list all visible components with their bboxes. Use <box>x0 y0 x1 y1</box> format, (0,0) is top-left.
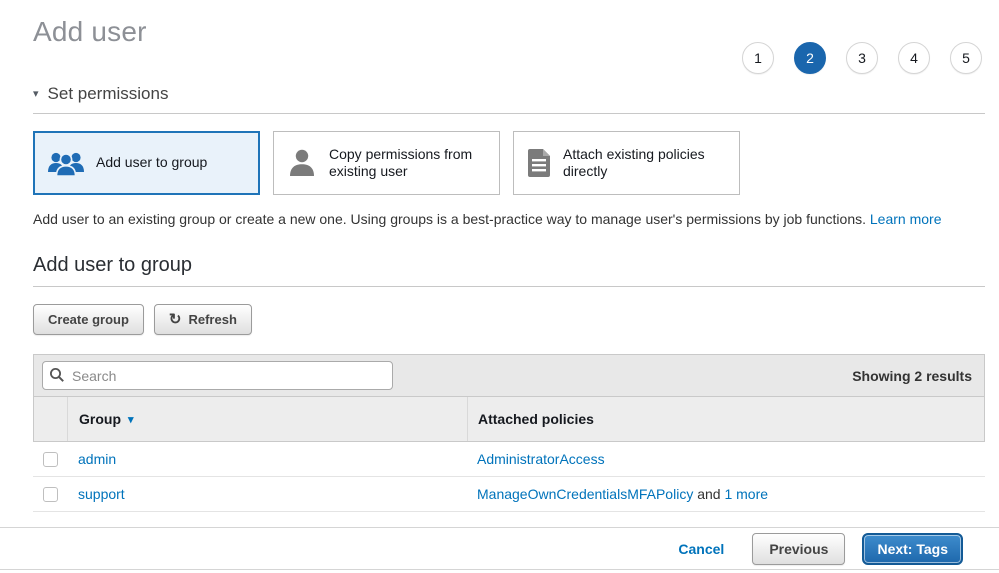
row-checkbox[interactable] <box>43 487 58 502</box>
group-link[interactable]: support <box>78 486 125 502</box>
divider <box>33 286 985 287</box>
table-row: admin AdministratorAccess <box>33 442 985 477</box>
search-input[interactable] <box>42 361 393 390</box>
policy-link[interactable]: AdministratorAccess <box>477 451 605 467</box>
column-header-attached-policies: Attached policies <box>467 397 984 441</box>
add-user-to-group-title: Add user to group <box>33 254 985 277</box>
refresh-button[interactable]: ↻ Refresh <box>154 304 252 335</box>
section-description: Add user to an existing group or create … <box>33 211 985 227</box>
step-3: 3 <box>846 42 878 74</box>
step-indicator: 1 2 3 4 5 <box>742 42 982 74</box>
step-2-active: 2 <box>794 42 826 74</box>
more-policies-link[interactable]: 1 more <box>724 486 768 502</box>
results-count: Showing 2 results <box>852 368 972 384</box>
set-permissions-header[interactable]: ▾ Set permissions <box>33 84 985 104</box>
divider <box>33 113 985 114</box>
table-row: support ManageOwnCredentialsMFAPolicy an… <box>33 477 985 512</box>
document-icon <box>526 148 552 178</box>
step-1: 1 <box>742 42 774 74</box>
groups-table: Showing 2 results Group ▾ Attached polic… <box>33 354 985 512</box>
search-box <box>42 361 393 390</box>
card-attach-policies[interactable]: Attach existing policies directly <box>513 131 740 195</box>
search-icon <box>49 367 65 386</box>
permission-option-cards: Add user to group Copy permissions from … <box>33 131 985 195</box>
card-add-user-to-group[interactable]: Add user to group <box>33 131 260 195</box>
policies-column-label: Attached policies <box>478 411 594 427</box>
policy-joiner-text: and <box>693 486 724 502</box>
header-checkbox-cell <box>34 397 68 441</box>
group-icon <box>47 150 85 177</box>
card-label: Add user to group <box>96 154 207 172</box>
card-label: Attach existing policies directly <box>563 146 727 181</box>
row-checkbox[interactable] <box>43 452 58 467</box>
policy-link[interactable]: ManageOwnCredentialsMFAPolicy <box>477 486 693 502</box>
step-5: 5 <box>950 42 982 74</box>
card-label: Copy permissions from existing user <box>329 146 487 181</box>
create-group-button[interactable]: Create group <box>33 304 144 335</box>
learn-more-link[interactable]: Learn more <box>870 211 942 227</box>
cancel-link[interactable]: Cancel <box>678 541 724 557</box>
refresh-icon: ↻ <box>169 312 182 327</box>
wizard-footer: Cancel Previous Next: Tags <box>0 527 999 570</box>
previous-button[interactable]: Previous <box>752 533 845 565</box>
card-copy-permissions[interactable]: Copy permissions from existing user <box>273 131 500 195</box>
next-tags-button[interactable]: Next: Tags <box>862 533 963 565</box>
set-permissions-title: Set permissions <box>48 84 169 104</box>
table-header-row: Group ▾ Attached policies <box>33 397 985 442</box>
group-link[interactable]: admin <box>78 451 116 467</box>
single-user-icon <box>286 148 318 178</box>
refresh-label: Refresh <box>188 312 236 327</box>
column-header-group[interactable]: Group ▾ <box>68 397 468 441</box>
description-text: Add user to an existing group or create … <box>33 211 870 227</box>
group-column-label: Group <box>79 411 121 427</box>
sort-desc-icon: ▾ <box>128 413 134 426</box>
table-toolbar: Showing 2 results <box>33 354 985 397</box>
collapse-arrow-icon: ▾ <box>33 89 39 100</box>
step-4: 4 <box>898 42 930 74</box>
